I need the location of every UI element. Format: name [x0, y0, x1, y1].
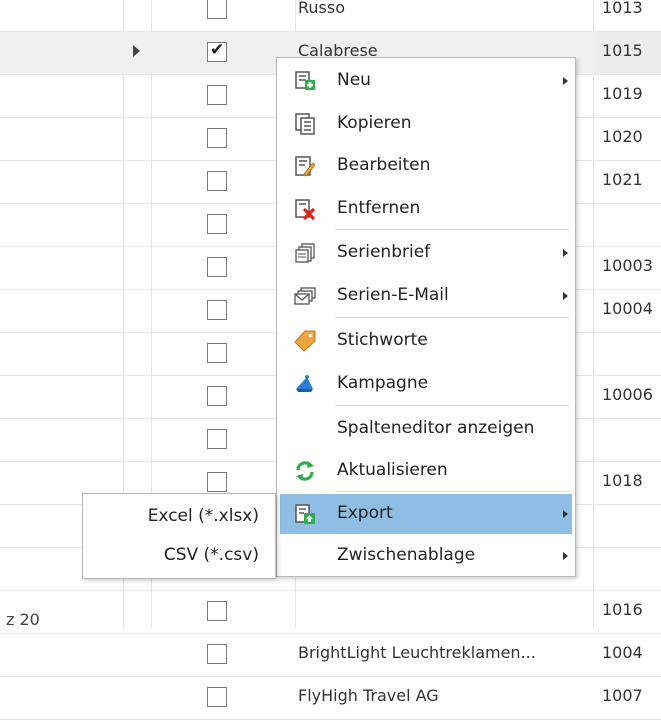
menu-label: Bearbeiten — [337, 155, 431, 175]
cell-id: 1019 — [602, 84, 643, 103]
export-icon — [294, 503, 316, 525]
cell-id: 1018 — [602, 471, 643, 490]
menu-label: Stichworte — [337, 330, 428, 350]
grid-footer-text: z 20 — [6, 610, 40, 629]
row-checkbox[interactable] — [207, 644, 227, 664]
submenu-item-csv[interactable]: CSV (*.csv) — [85, 537, 273, 575]
cell-id: 1004 — [602, 643, 643, 662]
menu-item-kopieren[interactable]: Kopieren — [280, 104, 572, 144]
menu-separator — [335, 405, 569, 406]
submenu-label: CSV (*.csv) — [163, 545, 259, 565]
serial-letter-icon — [294, 242, 316, 264]
menu-item-serien-e-mail[interactable]: Serien-E-Mail — [280, 276, 572, 316]
submenu-label: Excel (*.xlsx) — [147, 506, 259, 526]
menu-item-export[interactable]: Export — [280, 494, 572, 534]
menu-label: Kampagne — [337, 373, 429, 393]
table-row[interactable]: BrightLight Leuchtreklamen... 1004 — [0, 634, 661, 677]
cell-id: 1007 — [602, 686, 643, 705]
menu-item-kampagne[interactable]: Kampagne — [280, 364, 572, 404]
row-checkbox[interactable] — [207, 687, 227, 707]
menu-item-aktualisieren[interactable]: Aktualisieren — [280, 451, 572, 491]
row-indicator-icon — [133, 45, 140, 57]
menu-item-bearbeiten[interactable]: Bearbeiten — [280, 146, 572, 186]
row-checkbox[interactable] — [207, 472, 227, 492]
checkmark-icon: ✔ — [210, 40, 225, 60]
refresh-icon — [294, 460, 316, 482]
cell-id: 1015 — [594, 32, 661, 74]
cell-name: Russo — [298, 0, 345, 17]
menu-label: Neu — [337, 70, 371, 90]
tag-icon — [294, 330, 316, 352]
cell-name: FlyHigh Travel AG — [298, 686, 439, 705]
submenu-arrow-icon — [563, 77, 568, 85]
row-checkbox[interactable] — [207, 343, 227, 363]
context-menu: Neu Kopieren Bearbeiten Entfernen Serien… — [276, 57, 576, 577]
table-row[interactable]: FlyHigh Travel AG 1007 — [0, 677, 661, 720]
menu-separator — [335, 229, 569, 230]
megaphone-icon — [294, 373, 316, 395]
row-checkbox[interactable] — [207, 171, 227, 191]
menu-label: Serienbrief — [337, 242, 431, 262]
row-checkbox[interactable] — [207, 128, 227, 148]
row-checkbox[interactable] — [207, 429, 227, 449]
row-checkbox[interactable] — [207, 257, 227, 277]
menu-label: Kopieren — [337, 113, 412, 133]
cell-id: 10006 — [602, 385, 653, 404]
delete-icon — [294, 198, 316, 221]
serial-email-icon — [294, 285, 316, 307]
menu-label: Spalteneditor anzeigen — [337, 418, 535, 438]
cell-id: 1016 — [602, 600, 643, 619]
cell-id — [594, 548, 661, 590]
table-row[interactable]: Russo 1013 — [0, 0, 661, 32]
menu-label: Zwischenablage — [337, 545, 476, 565]
row-checkbox[interactable] — [207, 386, 227, 406]
edit-icon — [294, 155, 316, 177]
row-checkbox[interactable] — [207, 214, 227, 234]
cell-id: 1021 — [602, 170, 643, 189]
menu-item-zwischenablage[interactable]: Zwischenablage — [280, 536, 572, 576]
row-checkbox[interactable]: ✔ — [207, 40, 227, 62]
menu-separator — [335, 491, 569, 492]
menu-item-serienbrief[interactable]: Serienbrief — [280, 233, 572, 273]
cell-id: 10004 — [602, 299, 653, 318]
copy-icon — [294, 113, 316, 135]
export-submenu: Excel (*.xlsx) CSV (*.csv) — [82, 493, 276, 579]
cell-name: BrightLight Leuchtreklamen... — [298, 643, 536, 662]
cell-id — [594, 204, 661, 246]
cell-id — [594, 419, 661, 461]
submenu-item-excel[interactable]: Excel (*.xlsx) — [85, 498, 273, 536]
menu-label: Export — [337, 503, 393, 523]
row-checkbox[interactable] — [207, 601, 227, 621]
menu-item-spalteneditor[interactable]: Spalteneditor anzeigen — [280, 409, 572, 449]
cell-id: 1013 — [602, 0, 643, 17]
submenu-arrow-icon — [563, 510, 568, 518]
menu-item-entfernen[interactable]: Entfernen — [280, 189, 572, 229]
menu-label: Aktualisieren — [337, 460, 448, 480]
row-checkbox[interactable] — [207, 300, 227, 320]
submenu-arrow-icon — [563, 292, 568, 300]
menu-label: Serien-E-Mail — [337, 285, 449, 305]
cell-id — [594, 333, 661, 375]
row-checkbox[interactable] — [207, 85, 227, 105]
cell-id — [594, 505, 661, 547]
submenu-arrow-icon — [563, 552, 568, 560]
row-checkbox[interactable] — [207, 0, 227, 19]
cell-id: 10003 — [602, 256, 653, 275]
new-record-icon — [294, 70, 316, 92]
cell-id: 1020 — [602, 127, 643, 146]
menu-item-stichworte[interactable]: Stichworte — [280, 321, 572, 361]
submenu-arrow-icon — [563, 249, 568, 257]
menu-label: Entfernen — [337, 198, 421, 218]
menu-separator — [335, 317, 569, 318]
menu-item-neu[interactable]: Neu — [280, 61, 572, 101]
